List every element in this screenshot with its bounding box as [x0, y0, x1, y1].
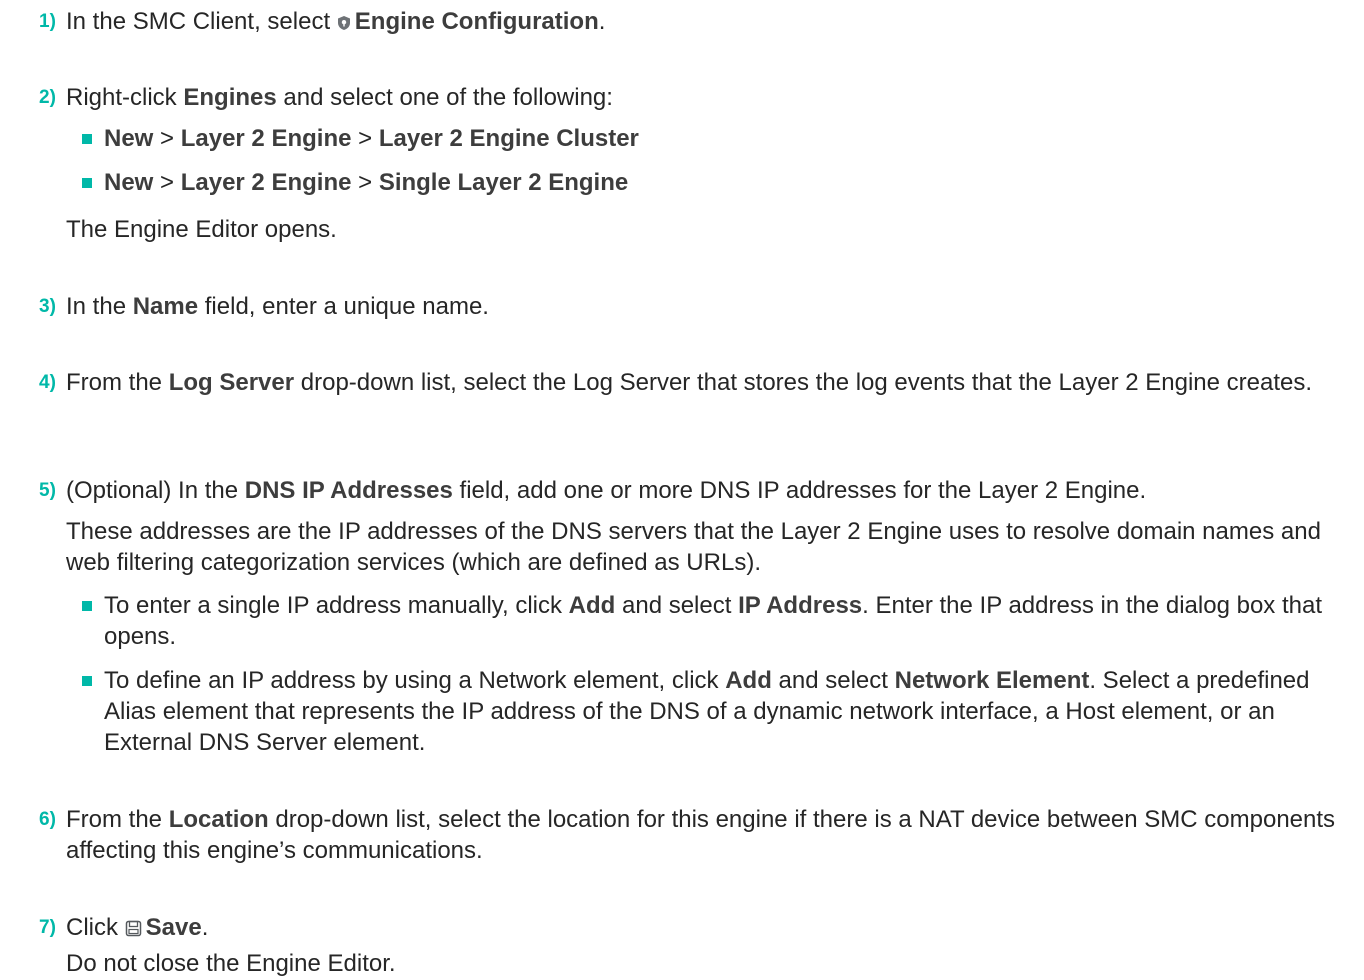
step-result: Do not close the Engine Editor.: [66, 950, 396, 977]
list-item: To define an IP address by using a Netwo…: [66, 665, 1356, 758]
step-text: (Optional) In the DNS IP Addresses field…: [66, 477, 1147, 504]
step-text: From the Log Server drop-down list, sele…: [66, 369, 1313, 396]
list-item: New > Layer 2 Engine > Single Layer 2 En…: [66, 167, 1356, 198]
step-text: In the Name field, enter a unique name.: [66, 293, 489, 320]
save-icon: [125, 914, 142, 945]
step-number: 1): [39, 11, 56, 32]
step-text: In the SMC Client, select Engine Configu…: [66, 6, 605, 39]
list-item: New > Layer 2 Engine > Layer 2 Engine Cl…: [66, 123, 1356, 154]
step-result: The Engine Editor opens.: [66, 216, 337, 243]
step-text: Right-click Engines and select one of th…: [66, 84, 613, 111]
bullet-square: [82, 601, 92, 611]
step-number: 2): [39, 87, 56, 108]
step-number: 7): [39, 917, 56, 938]
bullet-square: [82, 178, 92, 188]
step-explanation: These addresses are the IP addresses of …: [66, 518, 1321, 576]
list-item: To enter a single IP address manually, c…: [66, 590, 1356, 652]
bullet-square: [82, 676, 92, 686]
step-text: From the Location drop-down list, select…: [66, 806, 1336, 864]
step-text: Click Save.: [66, 912, 208, 945]
step-number: 5): [39, 480, 56, 501]
step-number: 6): [39, 809, 56, 830]
shield-icon: [337, 8, 351, 39]
step-number: 4): [39, 372, 56, 393]
bullet-square: [82, 134, 92, 144]
step-number: 3): [39, 296, 56, 317]
